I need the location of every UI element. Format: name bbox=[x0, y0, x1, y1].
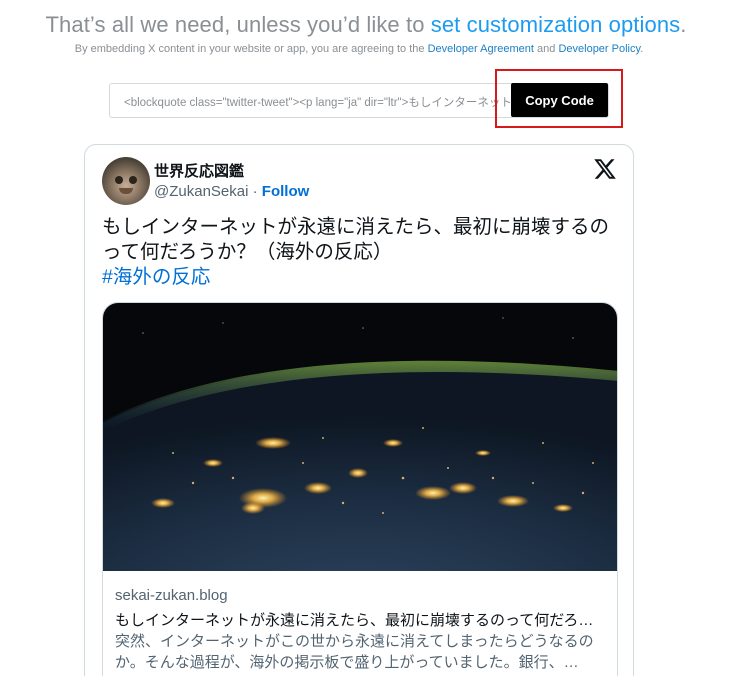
card-description: 突然、インターネットがこの世から永遠に消えてしまったらどうなるのか。そんな過程が… bbox=[115, 633, 594, 671]
agreement-text: By embedding X content in your website o… bbox=[74, 43, 428, 55]
handle-separator: · bbox=[248, 183, 262, 200]
tweet-display-name[interactable]: 世界反応図鑑 bbox=[154, 160, 244, 181]
card-title: もしインターネットが永遠に消えたら、最初に崩壊するのって何だろうか？（海外の反応… bbox=[115, 612, 607, 629]
embed-code-text[interactable]: <blockquote class="twitter-tweet"><p lan… bbox=[124, 94, 512, 110]
agreement-and: and bbox=[533, 43, 559, 55]
x-logo-icon[interactable] bbox=[593, 157, 617, 181]
page-headline: That’s all we need, unless you’d like to… bbox=[0, 12, 732, 38]
link-preview-card[interactable]: sekai-zukan.blog もしインターネットが永遠に消えたら、最初に崩壊… bbox=[102, 302, 618, 676]
headline-text: That’s all we need, unless you’d like to bbox=[45, 12, 431, 37]
tweet-handle[interactable]: @ZukanSekai bbox=[154, 183, 248, 200]
earth-at-night-image bbox=[103, 303, 617, 571]
tweet-hashtag[interactable]: #海外の反応 bbox=[102, 265, 210, 290]
customization-options-link[interactable]: set customization options bbox=[431, 12, 681, 37]
avatar[interactable] bbox=[102, 157, 150, 205]
headline-suffix: . bbox=[680, 12, 687, 37]
card-domain: sekai-zukan.blog bbox=[115, 587, 228, 604]
agreement-suffix: . bbox=[640, 43, 644, 55]
copy-code-button[interactable]: Copy Code bbox=[511, 83, 608, 117]
tweet-text: もしインターネットが永遠に消えたら、最初に崩壊するのって何だろうか？（海外の反応… bbox=[102, 216, 610, 263]
agreement-notice: By embedding X content in your website o… bbox=[0, 43, 718, 55]
tweet-handle-row: @ZukanSekai · Follow bbox=[154, 183, 309, 200]
developer-agreement-link[interactable]: Developer Agreement bbox=[428, 43, 534, 55]
developer-policy-link[interactable]: Developer Policy bbox=[558, 43, 640, 55]
follow-link[interactable]: Follow bbox=[262, 183, 310, 200]
tweet-embed-card: 世界反応図鑑 @ZukanSekai · Follow もしインターネットが永遠… bbox=[84, 144, 634, 676]
